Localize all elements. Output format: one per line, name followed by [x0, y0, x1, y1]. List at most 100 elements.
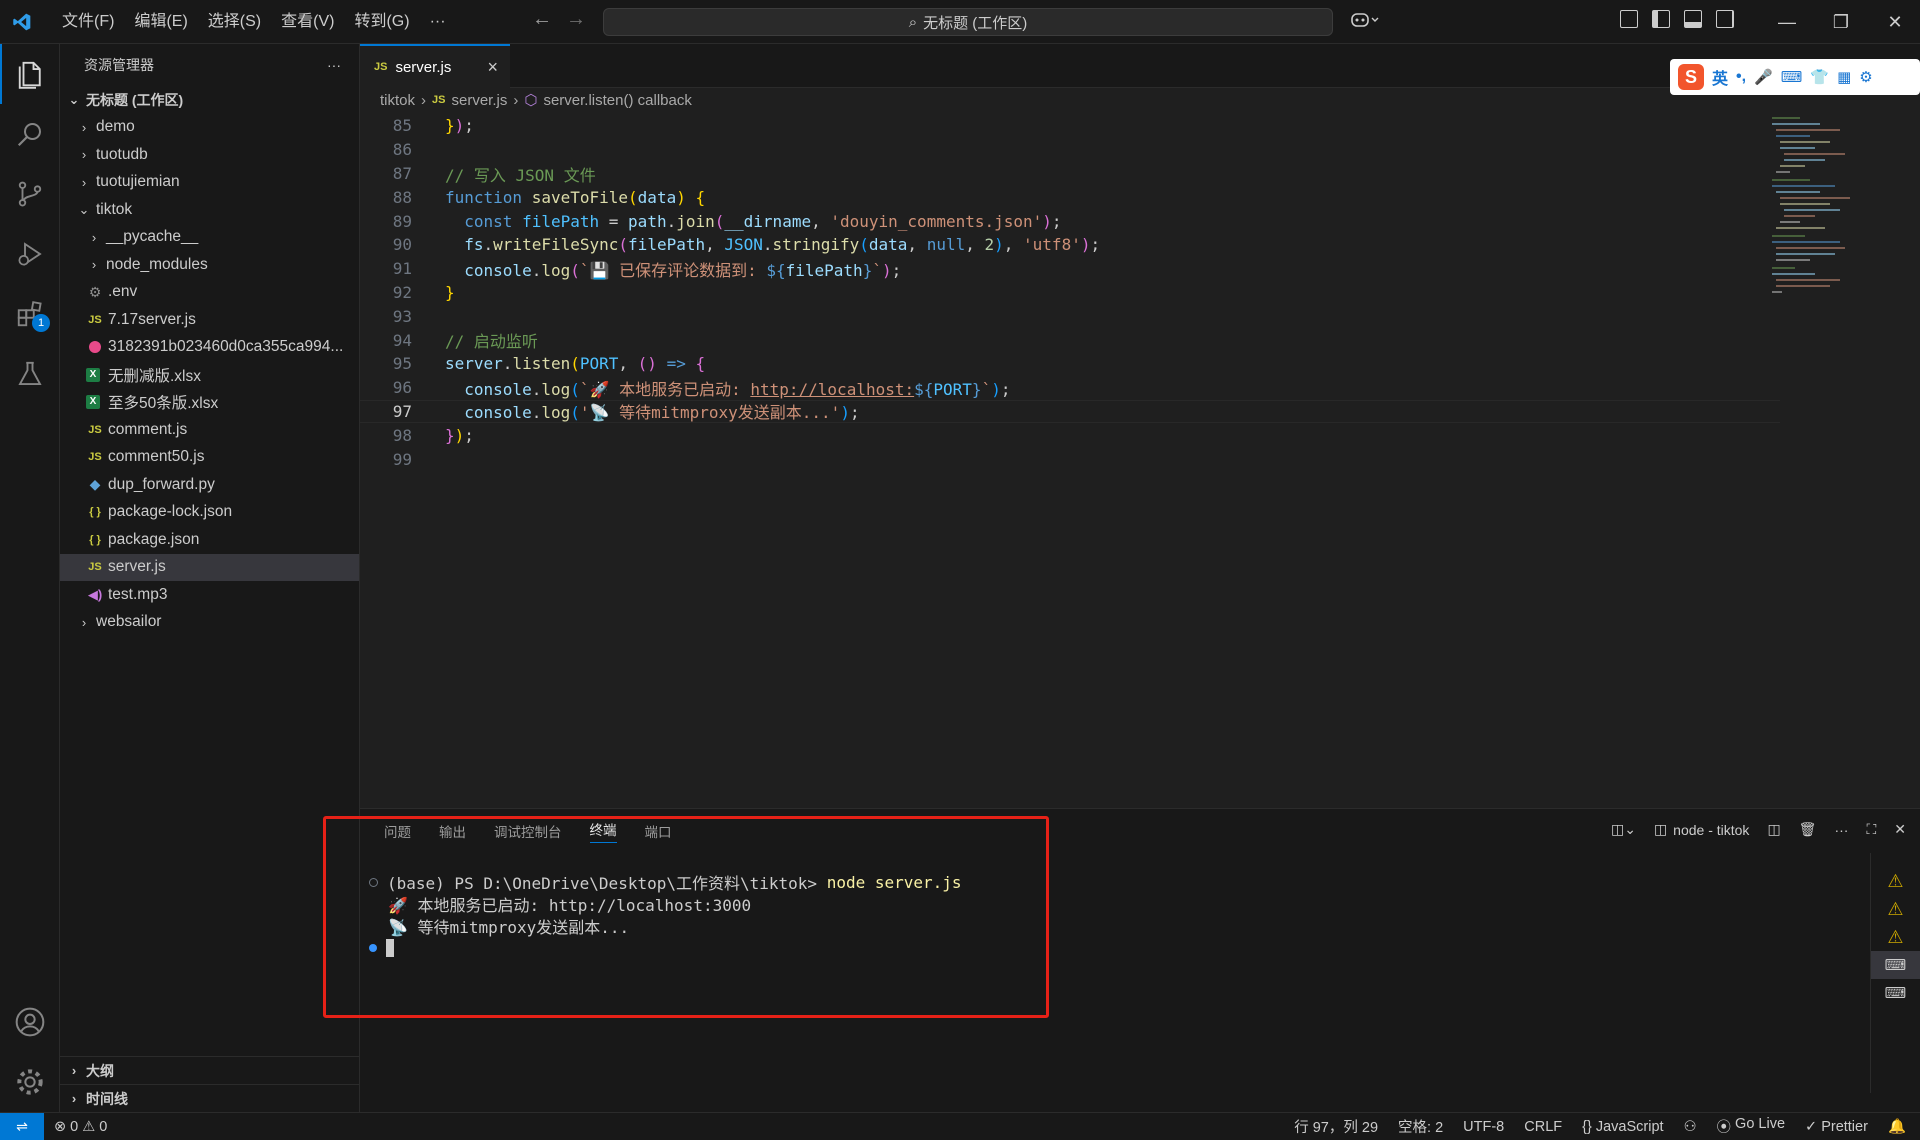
bell-icon[interactable]: 🔔 — [1888, 1118, 1906, 1135]
explorer-icon[interactable] — [0, 44, 60, 104]
explorer-more-button[interactable]: ··· — [327, 57, 341, 73]
ime-toolbar[interactable]: S 英 •, 🎤 ⌨ 👕 ▦ ⚙ — [1670, 59, 1920, 95]
code-line[interactable]: 87 // 写入 JSON 文件 — [360, 162, 1780, 186]
close-panel-icon[interactable]: ✕ — [1894, 821, 1906, 838]
run-debug-icon[interactable] — [0, 224, 60, 284]
menu-view[interactable]: 查看(V) — [271, 7, 344, 37]
restore-icon[interactable]: ❐ — [1814, 6, 1868, 38]
breadcrumb-symbol[interactable]: server.listen() callback — [543, 92, 691, 109]
code-editor[interactable]: 85}); 86 87 // 写入 JSON 文件 88 function save… — [360, 114, 1780, 471]
tree-item-xlsx[interactable]: X 无删减版.xlsx — [60, 361, 359, 389]
tree-item-package-lock-json[interactable]: { } package-lock.json — [60, 499, 359, 527]
code-line[interactable]: 91 console.log(`💾 已保存评论数据到: ${filePath}`… — [360, 257, 1780, 281]
tab-server-js[interactable]: JS server.js × — [360, 44, 510, 88]
toggle-panel-icon[interactable] — [1684, 10, 1702, 28]
code-line[interactable]: 85}); — [360, 114, 1780, 138]
outline-section[interactable]: › 大纲 — [60, 1056, 360, 1084]
tree-item-websailor[interactable]: › websailor — [60, 609, 359, 637]
tree-item-3182391b023460d0ca355ca994[interactable]: 3182391b023460d0ca355ca994... — [60, 334, 359, 362]
forward-arrow-icon[interactable]: → — [566, 8, 586, 31]
extensions-icon[interactable]: 1 — [0, 284, 60, 344]
close-window-icon[interactable]: ✕ — [1868, 6, 1920, 38]
copilot-icon[interactable] — [1350, 10, 1380, 35]
breadcrumb-folder[interactable]: tiktok — [380, 92, 415, 109]
trash-icon[interactable]: 🗑 — [1799, 821, 1817, 838]
workspace-root[interactable]: ⌄ 无标题 (工作区) — [60, 86, 359, 114]
maximize-panel-icon[interactable]: ⛶ — [1866, 821, 1876, 838]
customize-layout-icon[interactable] — [1620, 10, 1638, 28]
code-line[interactable]: 88 function saveToFile(data) { — [360, 185, 1780, 209]
tab-ports[interactable]: 端口 — [645, 821, 672, 841]
ime-punct[interactable]: •, — [1736, 68, 1746, 86]
tree-item-env[interactable]: ⚙ .env — [60, 279, 359, 307]
tree-item-7-17server-js[interactable]: JS 7.17server.js — [60, 306, 359, 334]
tab-problems[interactable]: 问题 — [384, 821, 411, 841]
menu-more[interactable]: ··· — [420, 7, 456, 37]
code-line[interactable]: 89 const filePath = path.join(__dirname,… — [360, 209, 1780, 233]
split-dropdown-icon[interactable]: ◫⌄ — [1611, 821, 1636, 838]
menu-edit[interactable]: 编辑(E) — [124, 7, 197, 37]
toggle-secondary-sidebar-icon[interactable] — [1716, 10, 1734, 28]
keyboard-icon[interactable]: ⌨ — [1781, 68, 1803, 86]
terminal-warning-icon[interactable]: ⚠ — [1871, 867, 1920, 895]
code-line[interactable]: 93 — [360, 304, 1780, 328]
code-line-current[interactable]: 97 console.log('📡 等待mitmproxy发送副本...'); — [360, 399, 1780, 424]
more-tools-icon[interactable]: ⚙ — [1859, 68, 1872, 86]
tree-item-package-json[interactable]: { } package.json — [60, 526, 359, 554]
terminal-warning-icon[interactable]: ⚠ — [1871, 895, 1920, 923]
microphone-icon[interactable]: 🎤 — [1754, 68, 1773, 86]
close-icon[interactable]: × — [487, 57, 498, 78]
breadcrumb-file[interactable]: server.js — [451, 92, 507, 109]
tab-debug-console[interactable]: 调试控制台 — [494, 821, 562, 841]
gear-icon[interactable] — [0, 1052, 60, 1112]
remote-icon[interactable]: ⇌ — [0, 1112, 44, 1140]
code-line[interactable]: 95 server.listen(PORT, () => { — [360, 352, 1780, 376]
code-line[interactable]: 98}); — [360, 423, 1780, 447]
cursor-position[interactable]: 行 97，列 29 — [1294, 1116, 1378, 1137]
tree-item-dup-forward-py[interactable]: ◆ dup_forward.py — [60, 471, 359, 499]
tree-item-node-modules[interactable]: › node_modules — [60, 251, 359, 279]
back-arrow-icon[interactable]: ← — [532, 8, 552, 31]
go-live-button[interactable]: ⦿ Go Live — [1717, 1116, 1785, 1137]
split-editor-icon[interactable]: ◫ — [1767, 821, 1780, 838]
tree-item-tuotudb[interactable]: › tuotudb — [60, 141, 359, 169]
copilot-status-icon[interactable]: ⚇ — [1684, 1119, 1697, 1135]
terminal-shell-icon[interactable]: ⌨ — [1871, 979, 1920, 1007]
encoding[interactable]: UTF-8 — [1463, 1119, 1504, 1135]
menu-file[interactable]: 文件(F) — [52, 7, 124, 37]
tree-item-pycache[interactable]: › __pycache__ — [60, 224, 359, 252]
menu-selection[interactable]: 选择(S) — [198, 7, 271, 37]
prettier-button[interactable]: ✓ Prettier — [1805, 1119, 1868, 1135]
code-line[interactable]: 99 — [360, 447, 1780, 471]
timeline-section[interactable]: › 时间线 — [60, 1084, 360, 1112]
tree-item-demo[interactable]: › demo — [60, 114, 359, 142]
testing-icon[interactable] — [0, 344, 60, 404]
terminal-tab[interactable]: ◫ node - tiktok — [1654, 821, 1750, 838]
line-ending[interactable]: CRLF — [1524, 1119, 1562, 1135]
ime-mode[interactable]: 英 — [1712, 65, 1728, 89]
minimap[interactable] — [1770, 114, 1860, 314]
more-actions-icon[interactable]: ··· — [1834, 822, 1848, 838]
source-control-icon[interactable] — [0, 164, 60, 224]
search-icon[interactable] — [0, 104, 60, 164]
tab-output[interactable]: 输出 — [439, 821, 466, 841]
indentation[interactable]: 空格: 2 — [1398, 1116, 1443, 1137]
code-line[interactable]: 86 — [360, 138, 1780, 162]
terminal-shell-icon[interactable]: ⌨ — [1871, 951, 1920, 979]
toggle-sidebar-icon[interactable] — [1652, 10, 1670, 28]
command-center[interactable]: ⌕ 无标题 (工作区) — [603, 8, 1333, 36]
problems-status[interactable]: ⊗ 0 ⚠ 0 — [54, 1119, 107, 1135]
minimize-icon[interactable]: — — [1760, 6, 1814, 38]
code-line[interactable]: 90 fs.writeFileSync(filePath, JSON.strin… — [360, 233, 1780, 257]
terminal-output[interactable]: (base) PS D:\OneDrive\Desktop\工作资料\tikto… — [368, 871, 962, 959]
tree-item-50-xlsx[interactable]: X 至多50条版.xlsx — [60, 389, 359, 417]
accounts-icon[interactable] — [0, 992, 60, 1052]
tab-terminal[interactable]: 终端 — [589, 819, 617, 843]
tree-item-comment50-js[interactable]: JS comment50.js — [60, 444, 359, 472]
tree-item-tiktok[interactable]: ⌄ tiktok — [60, 196, 359, 224]
code-line[interactable]: 94 // 启动监听 — [360, 328, 1780, 352]
menu-go[interactable]: 转到(G) — [344, 7, 419, 37]
tree-item-tuotujiemian[interactable]: › tuotujiemian — [60, 169, 359, 197]
tree-item-test-mp3[interactable]: ◀) test.mp3 — [60, 581, 359, 609]
tree-item-server-js[interactable]: JS server.js — [60, 553, 359, 581]
